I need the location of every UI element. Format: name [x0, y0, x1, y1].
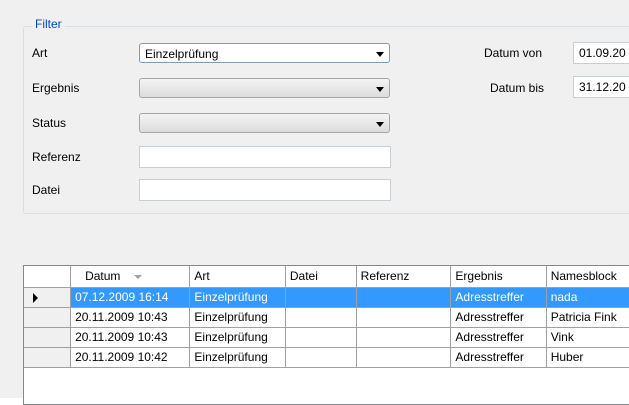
art-dropdown[interactable]: Einzelprüfung — [139, 43, 390, 63]
cell-art[interactable]: Einzelprüfung — [189, 327, 286, 348]
datum-bis-input[interactable]: 31.12.20 — [573, 76, 629, 98]
column-header-referenz[interactable]: Referenz — [356, 266, 452, 288]
cell-ergebnis[interactable]: Adresstreffer — [450, 347, 547, 368]
cell-namesblock[interactable]: Patricia Fink — [546, 307, 629, 328]
column-header-datum[interactable]: Datum — [70, 266, 191, 288]
column-header-art[interactable]: Art — [189, 266, 286, 288]
column-header-ergebnis[interactable]: Ergebnis — [450, 266, 547, 288]
referenz-input[interactable] — [139, 146, 391, 168]
cell-referenz[interactable] — [356, 307, 452, 328]
status-label: Status — [32, 116, 67, 130]
cell-ergebnis[interactable]: Adresstreffer — [450, 287, 547, 308]
cell-datei[interactable] — [285, 287, 357, 308]
results-grid[interactable]: Datum Art Datei Referenz Ergebnis Namesb… — [23, 265, 629, 405]
row-header[interactable] — [24, 307, 72, 328]
datum-bis-value: 31.12.20 — [579, 80, 626, 94]
row-header[interactable] — [24, 327, 72, 348]
cell-namesblock[interactable]: nada — [546, 287, 629, 308]
cell-referenz[interactable] — [356, 287, 452, 308]
column-header-datei[interactable]: Datei — [285, 266, 357, 288]
datum-von-label: Datum von — [484, 46, 543, 60]
chevron-down-icon[interactable] — [376, 122, 384, 127]
table-row[interactable]: 20.11.2009 10:42 Einzelprüfung Adresstre… — [24, 347, 629, 368]
row-header[interactable] — [24, 347, 72, 368]
datei-label: Datei — [32, 183, 61, 197]
cell-datum[interactable]: 20.11.2009 10:43 — [70, 307, 191, 328]
cell-datum[interactable]: 20.11.2009 10:43 — [70, 327, 191, 348]
datum-bis-label: Datum bis — [490, 81, 545, 95]
cell-art[interactable]: Einzelprüfung — [189, 287, 286, 308]
row-header-corner[interactable] — [24, 266, 72, 288]
cell-art[interactable]: Einzelprüfung — [189, 347, 286, 368]
status-dropdown[interactable] — [139, 113, 390, 133]
cell-datum[interactable]: 07.12.2009 16:14 — [70, 287, 191, 308]
art-label: Art — [32, 46, 48, 60]
cell-datei[interactable] — [285, 327, 357, 348]
chevron-down-icon[interactable] — [376, 52, 384, 57]
cell-datei[interactable] — [285, 307, 357, 328]
cell-datei[interactable] — [285, 347, 357, 368]
cell-referenz[interactable] — [356, 327, 452, 348]
column-header-label: Art — [194, 269, 210, 284]
cell-ergebnis[interactable]: Adresstreffer — [450, 327, 547, 348]
row-header[interactable] — [24, 287, 72, 308]
cell-datum[interactable]: 20.11.2009 10:42 — [70, 347, 191, 368]
filter-legend: Filter — [32, 17, 65, 31]
ergebnis-label: Ergebnis — [32, 81, 80, 95]
referenz-label: Referenz — [32, 150, 81, 164]
grid-header-row: Datum Art Datei Referenz Ergebnis Namesb… — [24, 266, 629, 288]
ergebnis-dropdown[interactable] — [139, 78, 390, 98]
column-header-label: Ergebnis — [455, 269, 503, 284]
results-table: Datum Art Datei Referenz Ergebnis Namesb… — [24, 266, 629, 368]
column-header-label: Datei — [289, 269, 318, 284]
column-header-label: Namesblock — [550, 269, 617, 284]
column-header-label: Referenz — [360, 269, 410, 284]
column-header-namesblock[interactable]: Namesblock — [546, 266, 629, 288]
datum-von-input[interactable]: 01.09.20 — [573, 42, 629, 64]
table-row[interactable]: 20.11.2009 10:43 Einzelprüfung Adresstre… — [24, 327, 629, 348]
sort-descending-icon — [134, 275, 143, 280]
cell-ergebnis[interactable]: Adresstreffer — [450, 307, 547, 328]
table-row[interactable]: 20.11.2009 10:43 Einzelprüfung Adresstre… — [24, 307, 629, 328]
datei-input[interactable] — [139, 179, 391, 201]
column-header-label: Datum — [85, 269, 121, 284]
cell-namesblock[interactable]: Vink — [546, 327, 629, 348]
filter-panel: Filter Art Einzelprüfung Ergebnis Status… — [0, 0, 629, 405]
cell-namesblock[interactable]: Huber — [546, 347, 629, 368]
datum-von-value: 01.09.20 — [579, 46, 626, 60]
current-row-arrow-icon — [33, 292, 38, 303]
chevron-down-icon[interactable] — [376, 87, 384, 92]
cell-referenz[interactable] — [356, 347, 452, 368]
art-dropdown-value: Einzelprüfung — [145, 47, 219, 61]
cell-art[interactable]: Einzelprüfung — [189, 307, 286, 328]
table-row[interactable]: 07.12.2009 16:14 Einzelprüfung Adresstre… — [24, 287, 629, 308]
